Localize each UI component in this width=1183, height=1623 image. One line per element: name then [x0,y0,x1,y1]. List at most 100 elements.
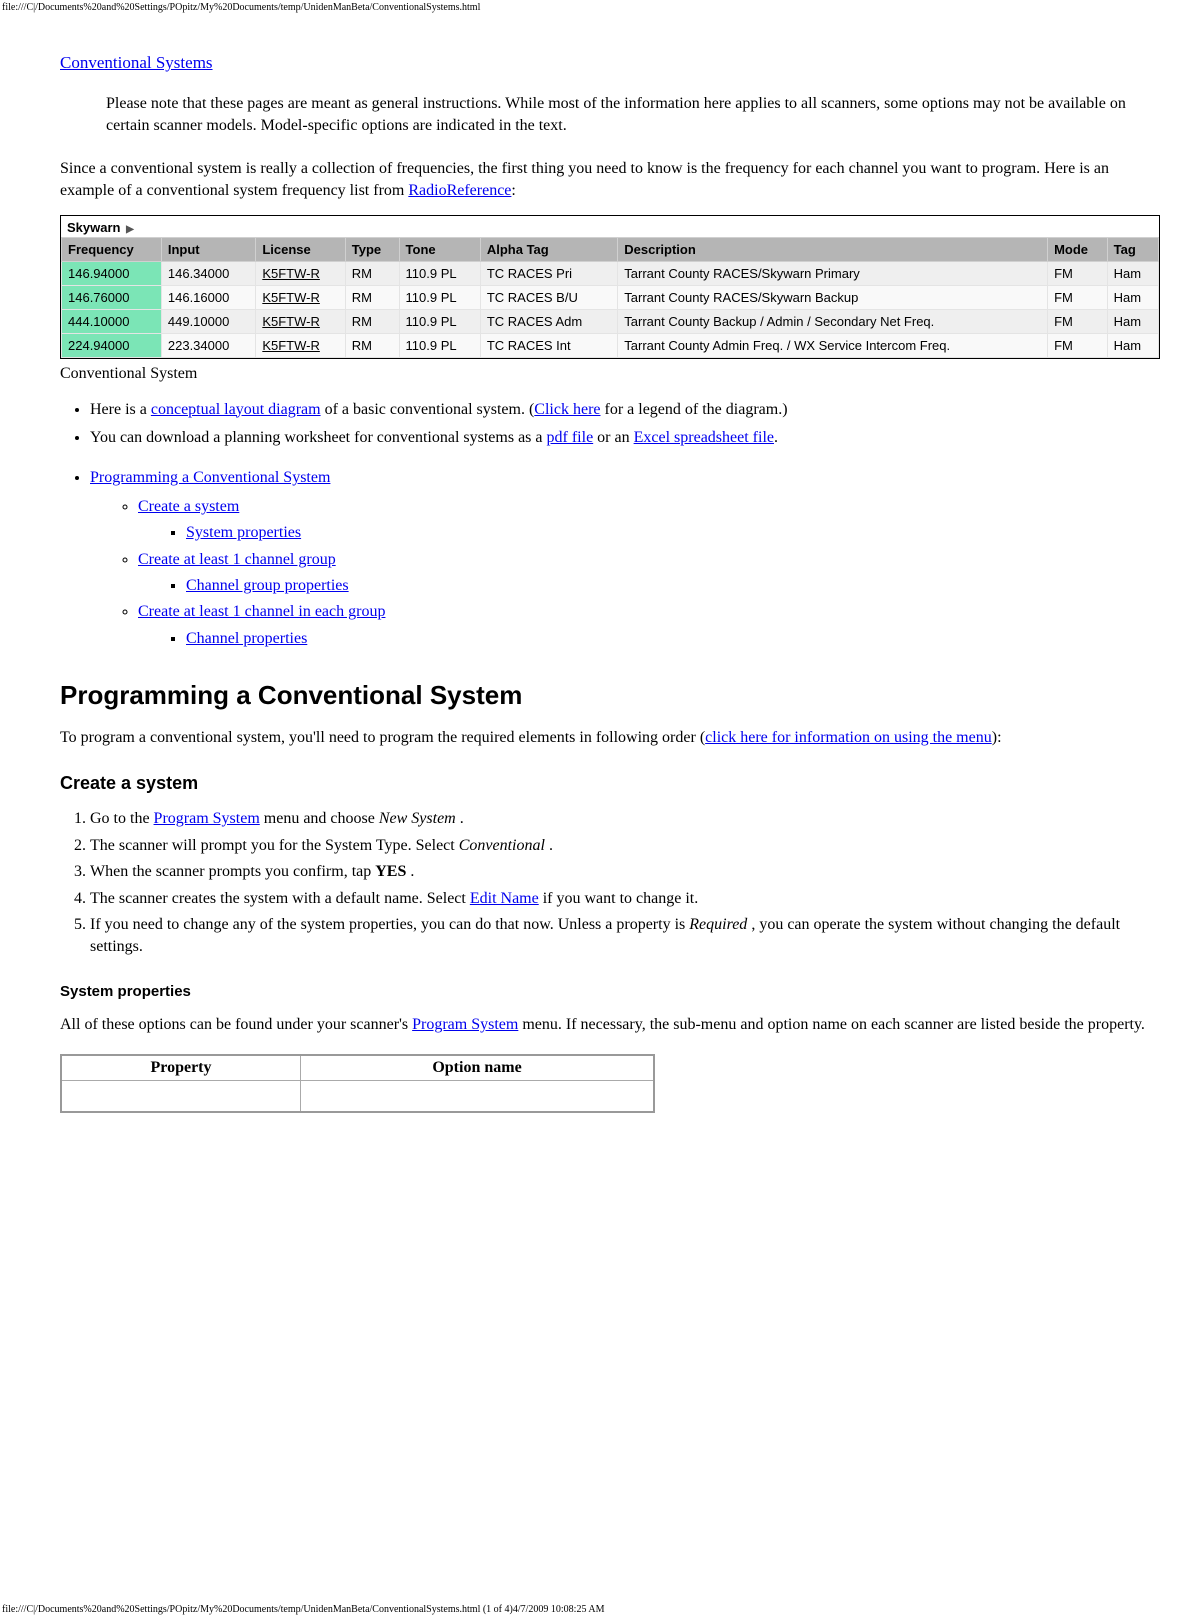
toc-item-programming: Programming a Conventional System Create… [90,467,1160,650]
table-row: 146.94000 146.34000 K5FTW-R RM 110.9 PL … [62,261,1159,285]
toc-item-create-system: Create a system System properties [138,496,1160,545]
pdf-file-link[interactable]: pdf file [547,429,594,446]
bullet-text: for a legend of the diagram.) [601,401,788,418]
step-italic: Required [689,916,747,933]
col-tag: Tag [1107,237,1158,261]
program-system-link[interactable]: Program System [154,810,260,827]
prog-intro-text-1: To program a conventional system, you'll… [60,729,705,746]
cell-tone: 110.9 PL [399,285,480,309]
col-license: License [256,237,345,261]
step-italic: New System [379,810,456,827]
step-2: The scanner will prompt you for the Syst… [90,835,1160,857]
programming-intro: To program a conventional system, you'll… [60,727,1160,749]
table-header-row: Frequency Input License Type Tone Alpha … [62,237,1159,261]
create-system-heading: Create a system [60,773,1160,794]
cell-license: K5FTW-R [256,333,345,357]
col-property: Property [61,1055,301,1081]
conventional-systems-link[interactable]: Conventional Systems [60,53,213,72]
cell-license: K5FTW-R [256,261,345,285]
bullet-text: You can download a planning worksheet fo… [90,429,547,446]
toc-item-create-group: Create at least 1 channel group Channel … [138,549,1160,598]
toc-item-create-channel: Create at least 1 channel in each group … [138,601,1160,650]
note-block: Please note that these pages are meant a… [106,93,1160,138]
intro-paragraph: Since a conventional system is really a … [60,158,1160,203]
col-frequency: Frequency [62,237,162,261]
cell-tag: Ham [1107,261,1158,285]
col-tone: Tone [399,237,480,261]
step-4: The scanner creates the system with a de… [90,888,1160,910]
cell-type: RM [345,333,399,357]
cell-mode: FM [1048,285,1108,309]
bullet-text: . [774,429,778,446]
property-table-row [61,1081,654,1113]
step-text: When the scanner prompts you confirm, ta… [90,863,375,880]
col-mode: Mode [1048,237,1108,261]
file-path-header: file:///C|/Documents%20and%20Settings/PO… [0,0,1183,13]
menu-info-link[interactable]: click here for information on using the … [705,729,992,746]
toc-group-props-link[interactable]: Channel group properties [186,577,349,594]
step-text: . [406,863,414,880]
file-path-footer: file:///C|/Documents%20and%20Settings/PO… [2,1604,605,1615]
cell-frequency: 146.94000 [62,261,162,285]
table-row: 224.94000 223.34000 K5FTW-R RM 110.9 PL … [62,333,1159,357]
conceptual-layout-link[interactable]: conceptual layout diagram [151,401,321,418]
toc-create-channel-link[interactable]: Create at least 1 channel in each group [138,603,385,620]
cell-type: RM [345,309,399,333]
image-caption: Conventional System [60,365,1160,383]
cell-alpha: TC RACES B/U [480,285,617,309]
cell-desc: Tarrant County Backup / Admin / Secondar… [618,309,1048,333]
col-option-name: Option name [301,1055,655,1081]
legend-link[interactable]: Click here [534,401,600,418]
col-input: Input [161,237,255,261]
system-properties-heading: System properties [60,983,1160,1000]
step-5: If you need to change any of the system … [90,914,1160,959]
edit-name-link[interactable]: Edit Name [470,890,539,907]
col-type: Type [345,237,399,261]
intro-text-1: Since a conventional system is really a … [60,160,1109,199]
system-properties-intro: All of these options can be found under … [60,1014,1160,1036]
cell-alpha: TC RACES Pri [480,261,617,285]
step-text: If you need to change any of the system … [90,916,689,933]
cell-tag: Ham [1107,333,1158,357]
program-system-link-2[interactable]: Program System [412,1016,518,1033]
cell-input: 146.16000 [161,285,255,309]
cell-desc: Tarrant County Admin Freq. / WX Service … [618,333,1048,357]
cell-frequency: 444.10000 [62,309,162,333]
expand-arrow-icon: ▶ [126,224,134,235]
bullet-text: Here is a [90,401,151,418]
toc-channel-props-link[interactable]: Channel properties [186,630,307,647]
property-table: Property Option name [60,1054,655,1113]
cell-mode: FM [1048,261,1108,285]
bullet-text: or an [593,429,633,446]
bullet-download-worksheet: You can download a planning worksheet fo… [90,427,1160,449]
cell-mode: FM [1048,309,1108,333]
sysprops-text-1: All of these options can be found under … [60,1016,412,1033]
cell-mode: FM [1048,333,1108,357]
cell-tag: Ham [1107,285,1158,309]
radioreference-link[interactable]: RadioReference [408,182,511,199]
cell-desc: Tarrant County RACES/Skywarn Backup [618,285,1048,309]
table-row: 444.10000 449.10000 K5FTW-R RM 110.9 PL … [62,309,1159,333]
prog-intro-text-2: ): [992,729,1002,746]
bullet-text: of a basic conventional system. ( [321,401,535,418]
toc-programming-link[interactable]: Programming a Conventional System [90,469,330,486]
step-text: Go to the [90,810,154,827]
step-text: The scanner will prompt you for the Syst… [90,837,459,854]
cell-type: RM [345,285,399,309]
cell-alpha: TC RACES Adm [480,309,617,333]
toc-create-group-link[interactable]: Create at least 1 channel group [138,551,336,568]
sysprops-text-2: menu. If necessary, the sub-menu and opt… [518,1016,1145,1033]
col-description: Description [618,237,1048,261]
toc-system-props-link[interactable]: System properties [186,524,301,541]
programming-heading: Programming a Conventional System [60,680,1160,711]
cell-tone: 110.9 PL [399,261,480,285]
skywarn-title-text: Skywarn [67,220,120,235]
excel-file-link[interactable]: Excel spreadsheet file [634,429,774,446]
skywarn-panel: Skywarn ▶ Frequency Input License Type T… [60,215,1160,359]
toc-item-system-props: System properties [186,522,1160,544]
step-text: menu and choose [260,810,379,827]
toc-create-system-link[interactable]: Create a system [138,498,239,515]
cell-empty [61,1081,301,1113]
step-text: . [456,810,464,827]
step-1: Go to the Program System menu and choose… [90,808,1160,830]
